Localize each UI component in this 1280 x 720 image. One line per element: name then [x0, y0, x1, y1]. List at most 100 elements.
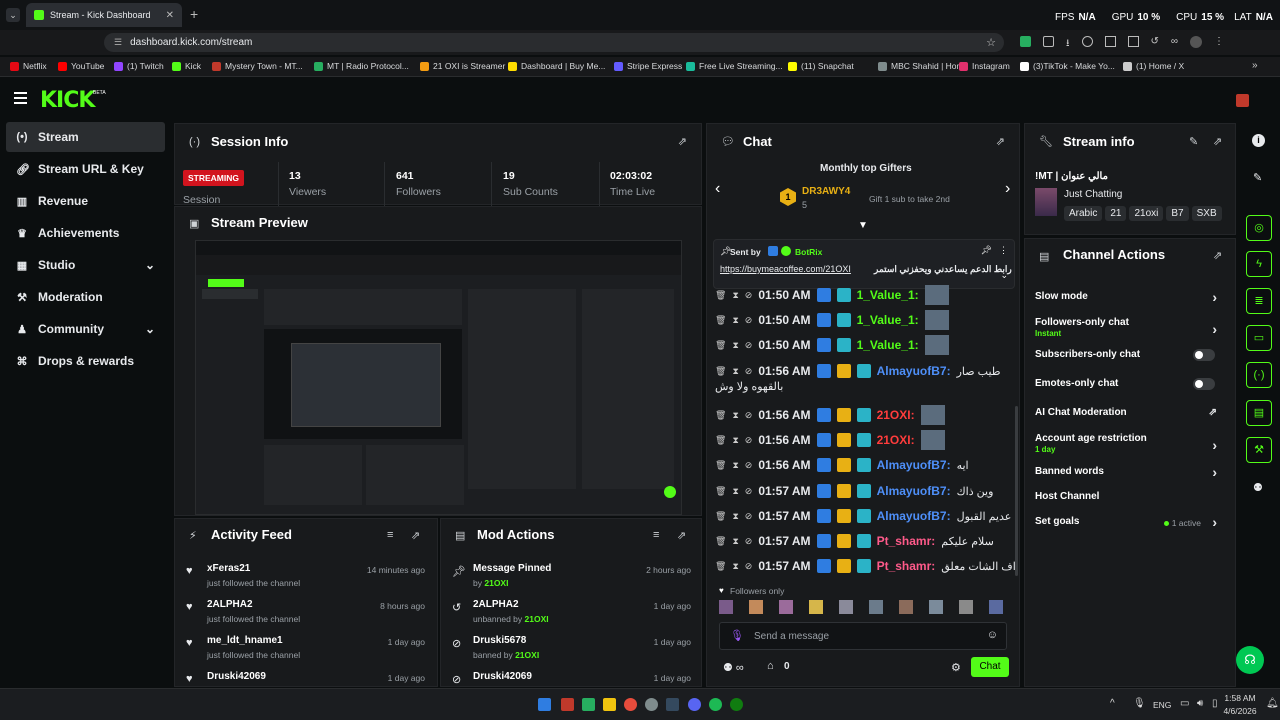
- sidebar-item-stream[interactable]: (•) Stream: [6, 122, 165, 152]
- rail-clip-button[interactable]: ◎: [1246, 215, 1272, 241]
- key-icon[interactable]: [1081, 36, 1093, 47]
- stream-tag[interactable]: B7: [1166, 206, 1189, 221]
- category-label[interactable]: Just Chatting: [1064, 189, 1122, 200]
- chat-username[interactable]: 1_Value_1:: [857, 288, 919, 302]
- timeout-icon[interactable]: ⧗: [732, 340, 738, 351]
- discord-icon[interactable]: [688, 698, 701, 711]
- viewer-avatar[interactable]: [959, 600, 973, 614]
- network-icon[interactable]: ▭: [1180, 698, 1189, 709]
- bookmark-item[interactable]: (1) Home / X: [1123, 61, 1184, 71]
- channel-action-followers-only-chat[interactable]: Followers-only chat Instant ›: [1035, 317, 1225, 341]
- stream-tag[interactable]: 21oxi: [1129, 206, 1164, 221]
- chat-message[interactable]: 🗑︎ ⧗ ⊘ 01:50 AM 1_Value_1:: [715, 334, 949, 356]
- ban-icon[interactable]: ⊘: [745, 561, 753, 572]
- delete-message-icon[interactable]: 🗑︎: [715, 511, 726, 522]
- viewer-avatar[interactable]: [809, 600, 823, 614]
- edit-icon[interactable]: ✎: [1189, 135, 1198, 148]
- community-icon[interactable]: ⚉: [1253, 481, 1263, 494]
- bookmark-item[interactable]: Kick: [172, 61, 201, 71]
- ban-icon[interactable]: ⊘: [745, 366, 753, 377]
- chat-input[interactable]: 🎙︎ Send a message ☺: [719, 622, 1007, 650]
- activity-username[interactable]: me_ldt_hname1: [207, 635, 283, 646]
- mod-action-moderator[interactable]: 21OXI: [515, 650, 539, 660]
- timeout-icon[interactable]: ⧗: [732, 511, 738, 522]
- popout-icon[interactable]: ⇗: [996, 135, 1005, 148]
- stream-tag[interactable]: Arabic: [1064, 206, 1103, 221]
- wallet-icon[interactable]: [1127, 36, 1139, 47]
- stream-tag[interactable]: SXB: [1191, 206, 1222, 221]
- bookmark-item[interactable]: MT | Radio Protocol...: [314, 61, 409, 71]
- microphone-icon[interactable]: 🎙︎: [730, 629, 744, 642]
- delete-message-icon[interactable]: 🗑︎: [715, 340, 726, 351]
- shield-extension-icon[interactable]: [1020, 36, 1031, 47]
- spotify-icon[interactable]: [709, 698, 722, 711]
- prev-gifter-icon[interactable]: ‹: [715, 180, 720, 198]
- site-info-icon[interactable]: ☰: [114, 37, 122, 48]
- clock-time[interactable]: 1:58 AM: [1222, 693, 1258, 703]
- viewer-avatar[interactable]: [719, 600, 733, 614]
- sidebar-item-community[interactable]: ♟ Community ⌄: [6, 314, 165, 344]
- timeout-icon[interactable]: ⧗: [732, 435, 738, 446]
- bookmark-item[interactable]: Stripe Express: [614, 61, 682, 71]
- ban-icon[interactable]: ⊘: [745, 290, 753, 301]
- ban-icon[interactable]: ⊘: [745, 536, 753, 547]
- activity-item[interactable]: ♥ Druski42069 1 day ago: [175, 671, 435, 686]
- ban-icon[interactable]: ⊘: [745, 315, 753, 326]
- timeout-icon[interactable]: ⧗: [732, 410, 738, 421]
- chat-username[interactable]: AlmayuofB7:: [877, 484, 951, 498]
- bookmark-item[interactable]: YouTube: [58, 61, 104, 71]
- xbox-icon[interactable]: [730, 698, 743, 711]
- more-options-icon[interactable]: ⋮: [999, 245, 1008, 256]
- rail-list-button[interactable]: ≣: [1246, 288, 1272, 314]
- bookmark-item[interactable]: Netflix: [10, 61, 47, 71]
- channel-action-account-age-restriction[interactable]: Account age restriction 1 day ›: [1035, 433, 1225, 457]
- chat-message[interactable]: 🗑︎ ⧗ ⊘ 01:50 AM 1_Value_1:: [715, 309, 949, 331]
- timeout-icon[interactable]: ⧗: [732, 460, 738, 471]
- app-icon[interactable]: [645, 698, 658, 711]
- activity-username[interactable]: xFeras21: [207, 563, 250, 574]
- bookmark-item[interactable]: (3)TikTok - Make Yo...: [1020, 61, 1115, 71]
- delete-message-icon[interactable]: 🗑︎: [715, 486, 726, 497]
- chat-username[interactable]: 1_Value_1:: [857, 338, 919, 352]
- microphone-icon[interactable]: 🎙︎: [1133, 698, 1146, 709]
- pinned-link[interactable]: https://buymeacoffee.com/21OXI: [720, 264, 851, 274]
- channel-action-slow-mode[interactable]: Slow mode ›: [1035, 289, 1225, 315]
- activity-username[interactable]: 2ALPHA2: [207, 599, 253, 610]
- delete-message-icon[interactable]: 🗑︎: [715, 366, 726, 377]
- chrome-icon[interactable]: [624, 698, 637, 711]
- channel-points-icon[interactable]: ⚉ ∞: [723, 661, 744, 674]
- chat-message[interactable]: 🗑︎ ⧗ ⊘ 01:50 AM 1_Value_1:: [715, 284, 949, 306]
- profile-avatar[interactable]: [1190, 36, 1203, 48]
- edit-icon[interactable]: ✎: [1253, 171, 1262, 184]
- delete-message-icon[interactable]: 🗑︎: [715, 435, 726, 446]
- stream-tag[interactable]: 21: [1105, 206, 1127, 221]
- popout-icon[interactable]: ⇗: [677, 529, 686, 542]
- chat-message[interactable]: 🗑︎ ⧗ ⊘ 01:56 AM 21OXI:: [715, 404, 945, 426]
- language-indicator[interactable]: ENG: [1153, 700, 1171, 710]
- sidebar-item-achievements[interactable]: ♛ Achievements: [6, 218, 165, 248]
- toggle-switch[interactable]: [1193, 349, 1215, 361]
- chat-username[interactable]: 21OXI:: [877, 408, 915, 422]
- chat-username[interactable]: AlmayuofB7:: [877, 364, 951, 378]
- delete-message-icon[interactable]: 🗑︎: [715, 290, 726, 301]
- rail-lightning-button[interactable]: ϟ: [1246, 251, 1272, 277]
- browser-tab[interactable]: Stream - Kick Dashboard ✕: [26, 3, 182, 27]
- mod-action-moderator[interactable]: 21OXI: [525, 614, 549, 624]
- ban-icon[interactable]: ⊘: [745, 460, 753, 471]
- popout-icon[interactable]: ⇗: [1213, 249, 1222, 262]
- ban-icon[interactable]: ⊘: [745, 435, 753, 446]
- support-headset-icon[interactable]: ☊: [1236, 646, 1264, 674]
- channel-action-host-channel[interactable]: Host Channel: [1035, 491, 1225, 515]
- delete-message-icon[interactable]: 🗑︎: [715, 315, 726, 326]
- stream-preview-video[interactable]: [195, 240, 682, 515]
- filter-icon[interactable]: ≡: [387, 529, 393, 541]
- delete-message-icon[interactable]: 🗑︎: [715, 561, 726, 572]
- pinned-user[interactable]: BotRix: [795, 247, 822, 257]
- bookmark-item[interactable]: Dashboard | Buy Me...: [508, 61, 605, 71]
- timeout-icon[interactable]: ⧗: [732, 315, 738, 326]
- mod-action-item[interactable]: ⊘ Druski42069 1 day ago: [441, 671, 701, 686]
- ban-icon[interactable]: ⊘: [745, 511, 753, 522]
- chat-message[interactable]: 🗑︎ ⧗ ⊘ 01:56 AM AlmayuofB7: طيب صار: [715, 360, 1001, 382]
- kick-logo[interactable]: KICK: [40, 88, 95, 113]
- new-tab-button[interactable]: +: [190, 6, 198, 22]
